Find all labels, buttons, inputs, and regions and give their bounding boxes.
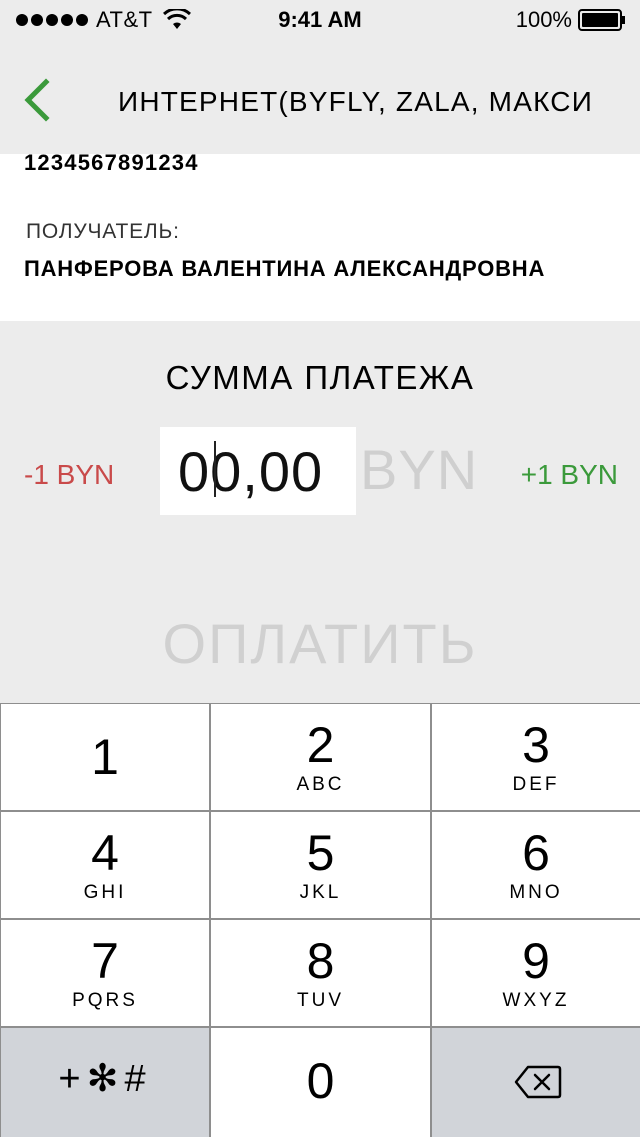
key-letters: DEF [512, 774, 560, 795]
battery-icon [578, 9, 625, 31]
key-letters: GHI [83, 882, 127, 903]
key-letters: PQRS [72, 990, 138, 1011]
key-letters: MNO [509, 882, 563, 903]
key-5[interactable]: 5 JKL [211, 812, 430, 918]
pay-button[interactable]: ОПЛАТИТЬ [0, 611, 640, 676]
key-symbols[interactable]: +✻# [1, 1028, 209, 1137]
key-0[interactable]: 0 [211, 1028, 430, 1137]
key-9[interactable]: 9 WXYZ [432, 920, 640, 1026]
key-digit: 7 [91, 933, 119, 989]
key-digit: 0 [306, 1053, 335, 1109]
key-1[interactable]: 1 [1, 704, 209, 810]
key-3[interactable]: 3 DEF [432, 704, 640, 810]
page-title: ИНТЕРНЕТ(BYFLY, ZALA, МАКСИ [118, 86, 594, 117]
key-6[interactable]: 6 MNO [432, 812, 640, 918]
key-digit: 8 [306, 933, 335, 989]
amount-input[interactable] [160, 427, 356, 515]
currency-label: BYN [360, 438, 479, 501]
key-2[interactable]: 2 ABC [211, 704, 430, 810]
symbols-label: +✻# [58, 1058, 152, 1100]
key-digit: 6 [522, 825, 550, 881]
status-right: 100% [516, 7, 626, 33]
key-digit: 4 [91, 825, 119, 881]
recipient-label: ПОЛУЧАТЕЛЬ: [26, 220, 180, 243]
numeric-keypad: 1 2 ABC 3 DEF 4 GHI 5 JKL 6 MNO 7 PQRS 8… [0, 703, 640, 1137]
key-4[interactable]: 4 GHI [1, 812, 209, 918]
payment-area: СУММА ПЛАТЕЖА -1 BYN BYN +1 BYN ОПЛАТИТЬ [0, 321, 640, 703]
battery-percentage: 100% [515, 7, 572, 32]
key-letters: ABC [296, 774, 345, 795]
payment-sum-title: СУММА ПЛАТЕЖА [165, 359, 475, 396]
key-digit: 2 [306, 717, 335, 773]
decrease-amount-button[interactable]: -1 BYN [24, 459, 114, 491]
key-digit: 5 [306, 825, 335, 881]
recipient-name: ПАНФЕРОВА ВАЛЕНТИНА АЛЕКСАНДРОВНА [24, 256, 546, 281]
increase-amount-button[interactable]: +1 BYN [521, 459, 618, 491]
nav-bar: ИНТЕРНЕТ(BYFLY, ZALA, МАКСИ [0, 40, 640, 154]
key-letters: TUV [297, 990, 344, 1011]
key-digit: 1 [91, 729, 119, 785]
backspace-icon [514, 1065, 562, 1099]
info-card: 1234567891234 ПОЛУЧАТЕЛЬ: ПАНФЕРОВА ВАЛЕ… [0, 150, 640, 321]
account-number: 1234567891234 [24, 150, 199, 175]
key-letters: WXYZ [502, 990, 570, 1011]
key-letters: JKL [299, 882, 342, 903]
delete-key[interactable] [432, 1028, 640, 1137]
chevron-left-icon[interactable] [18, 78, 54, 122]
key-8[interactable]: 8 TUV [211, 920, 430, 1026]
text-caret [214, 441, 216, 497]
key-digit: 9 [522, 933, 550, 989]
key-7[interactable]: 7 PQRS [1, 920, 209, 1026]
key-digit: 3 [522, 717, 550, 773]
status-bar: AT&T 9:41 AM 100% [0, 0, 640, 40]
amount-field[interactable] [160, 427, 356, 515]
